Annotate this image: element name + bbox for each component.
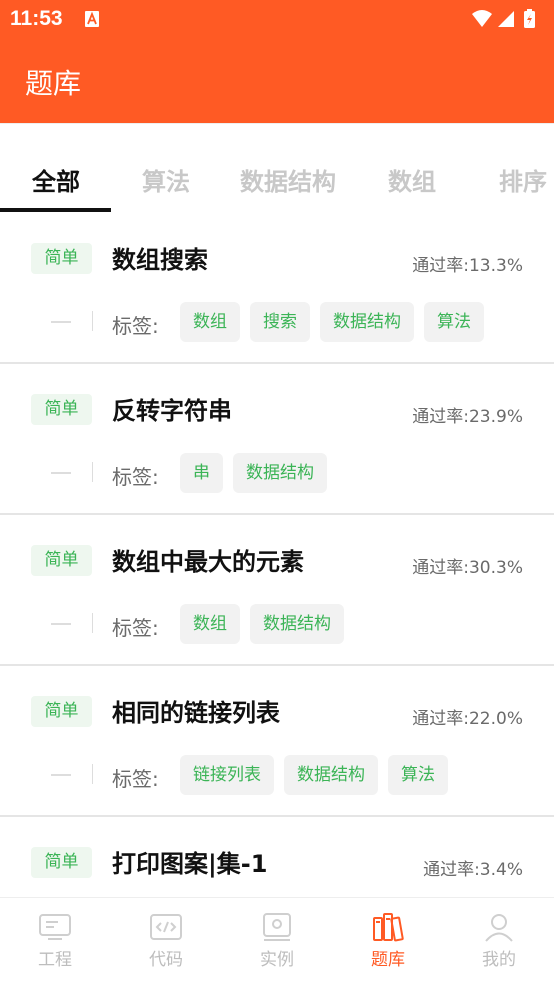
- problem-card[interactable]: 简单 数组搜索 通过率:13.3% 标签: 数组 搜索 数据结构 算法: [0, 213, 554, 364]
- pass-rate: 通过率:13.3%: [412, 256, 523, 276]
- difficulty-badge: 简单: [31, 243, 92, 274]
- tab-data-structure[interactable]: 数据结构: [240, 162, 336, 197]
- tag-chip[interactable]: 串: [180, 453, 223, 493]
- problem-card[interactable]: 简单 数组中最大的元素 通过率:30.3% 标签: 数组 数据结构: [0, 515, 554, 666]
- vertical-divider: [92, 311, 93, 331]
- problem-card[interactable]: 简单 相同的链接列表 通过率:22.0% 标签: 链接列表 数据结构 算法: [0, 666, 554, 817]
- dash-divider: [51, 321, 71, 323]
- pass-rate: 通过率:23.9%: [412, 407, 523, 427]
- tag-chip[interactable]: 算法: [424, 302, 484, 342]
- tag-list: 数组 搜索 数据结构 算法: [180, 302, 484, 342]
- tag-chip[interactable]: 数组: [180, 604, 240, 644]
- tag-chip[interactable]: 数组: [180, 302, 240, 342]
- question-bank-icon: [373, 913, 404, 942]
- nav-project[interactable]: 工程: [0, 898, 110, 984]
- signal-icon: [498, 11, 514, 27]
- nav-profile[interactable]: 我的: [444, 898, 554, 984]
- tag-chip[interactable]: 数据结构: [284, 755, 378, 795]
- vertical-divider: [92, 613, 93, 633]
- category-tabs: 全部 算法 数据结构 数组 排序: [0, 123, 554, 213]
- accessibility-notification-icon: [84, 10, 100, 32]
- tag-chip[interactable]: 数据结构: [250, 604, 344, 644]
- dash-divider: [51, 774, 71, 776]
- nav-label: 我的: [482, 950, 516, 970]
- vertical-divider: [92, 764, 93, 784]
- tag-chip[interactable]: 数据结构: [233, 453, 327, 493]
- difficulty-badge: 简单: [31, 394, 92, 425]
- nav-label: 实例: [260, 950, 294, 970]
- status-time: 11:53: [10, 7, 63, 30]
- app-bar: 题库: [0, 38, 554, 123]
- status-icons: [470, 8, 542, 34]
- tag-prefix: 标签:: [112, 465, 159, 489]
- bottom-navigation: 工程 代码 实例 题库 我的: [0, 897, 554, 984]
- tag-prefix: 标签:: [112, 616, 159, 640]
- problem-title: 数组搜索: [112, 246, 208, 274]
- problem-title: 打印图案|集-1: [112, 850, 268, 878]
- nav-example[interactable]: 实例: [222, 898, 332, 984]
- profile-icon: [485, 914, 513, 942]
- code-icon: [150, 914, 182, 940]
- nav-label: 工程: [38, 950, 72, 970]
- pass-rate: 通过率:22.0%: [412, 709, 523, 729]
- tag-chip[interactable]: 链接列表: [180, 755, 274, 795]
- problem-list: 简单 数组搜索 通过率:13.3% 标签: 数组 搜索 数据结构 算法 简单 反…: [0, 213, 554, 897]
- tab-array[interactable]: 数组: [388, 162, 436, 197]
- tag-chip[interactable]: 搜索: [250, 302, 310, 342]
- problem-card[interactable]: 简单 反转字符串 通过率:23.9% 标签: 串 数据结构: [0, 364, 554, 515]
- tag-list: 链接列表 数据结构 算法: [180, 755, 448, 795]
- nav-label: 代码: [149, 950, 183, 970]
- wifi-icon: [472, 10, 492, 27]
- tag-chip[interactable]: 算法: [388, 755, 448, 795]
- dash-divider: [51, 623, 71, 625]
- nav-code[interactable]: 代码: [111, 898, 221, 984]
- pass-rate: 通过率:3.4%: [423, 860, 523, 880]
- difficulty-badge: 简单: [31, 545, 92, 576]
- example-icon: [263, 913, 291, 941]
- project-icon: [39, 914, 71, 940]
- tag-chip[interactable]: 数据结构: [320, 302, 414, 342]
- problem-title: 相同的链接列表: [112, 699, 280, 727]
- battery-icon: [524, 9, 535, 28]
- difficulty-badge: 简单: [31, 696, 92, 727]
- tab-sort[interactable]: 排序: [499, 162, 547, 197]
- page-title: 题库: [25, 67, 82, 100]
- tag-prefix: 标签:: [112, 314, 159, 338]
- problem-title: 数组中最大的元素: [112, 548, 304, 576]
- difficulty-badge: 简单: [31, 847, 92, 878]
- tab-indicator: [0, 208, 111, 212]
- tag-list: 串 数据结构: [180, 453, 327, 493]
- problem-card[interactable]: 简单 打印图案|集-1 通过率:3.4%: [0, 817, 554, 897]
- dash-divider: [51, 472, 71, 474]
- tag-prefix: 标签:: [112, 767, 159, 791]
- nav-question-bank[interactable]: 题库: [333, 898, 443, 984]
- tab-all[interactable]: 全部: [32, 162, 80, 197]
- nav-label: 题库: [371, 950, 405, 970]
- pass-rate: 通过率:30.3%: [412, 558, 523, 578]
- problem-title: 反转字符串: [112, 397, 232, 425]
- tab-algorithm[interactable]: 算法: [142, 162, 190, 197]
- tag-list: 数组 数据结构: [180, 604, 344, 644]
- vertical-divider: [92, 462, 93, 482]
- status-bar: 11:53: [0, 0, 554, 38]
